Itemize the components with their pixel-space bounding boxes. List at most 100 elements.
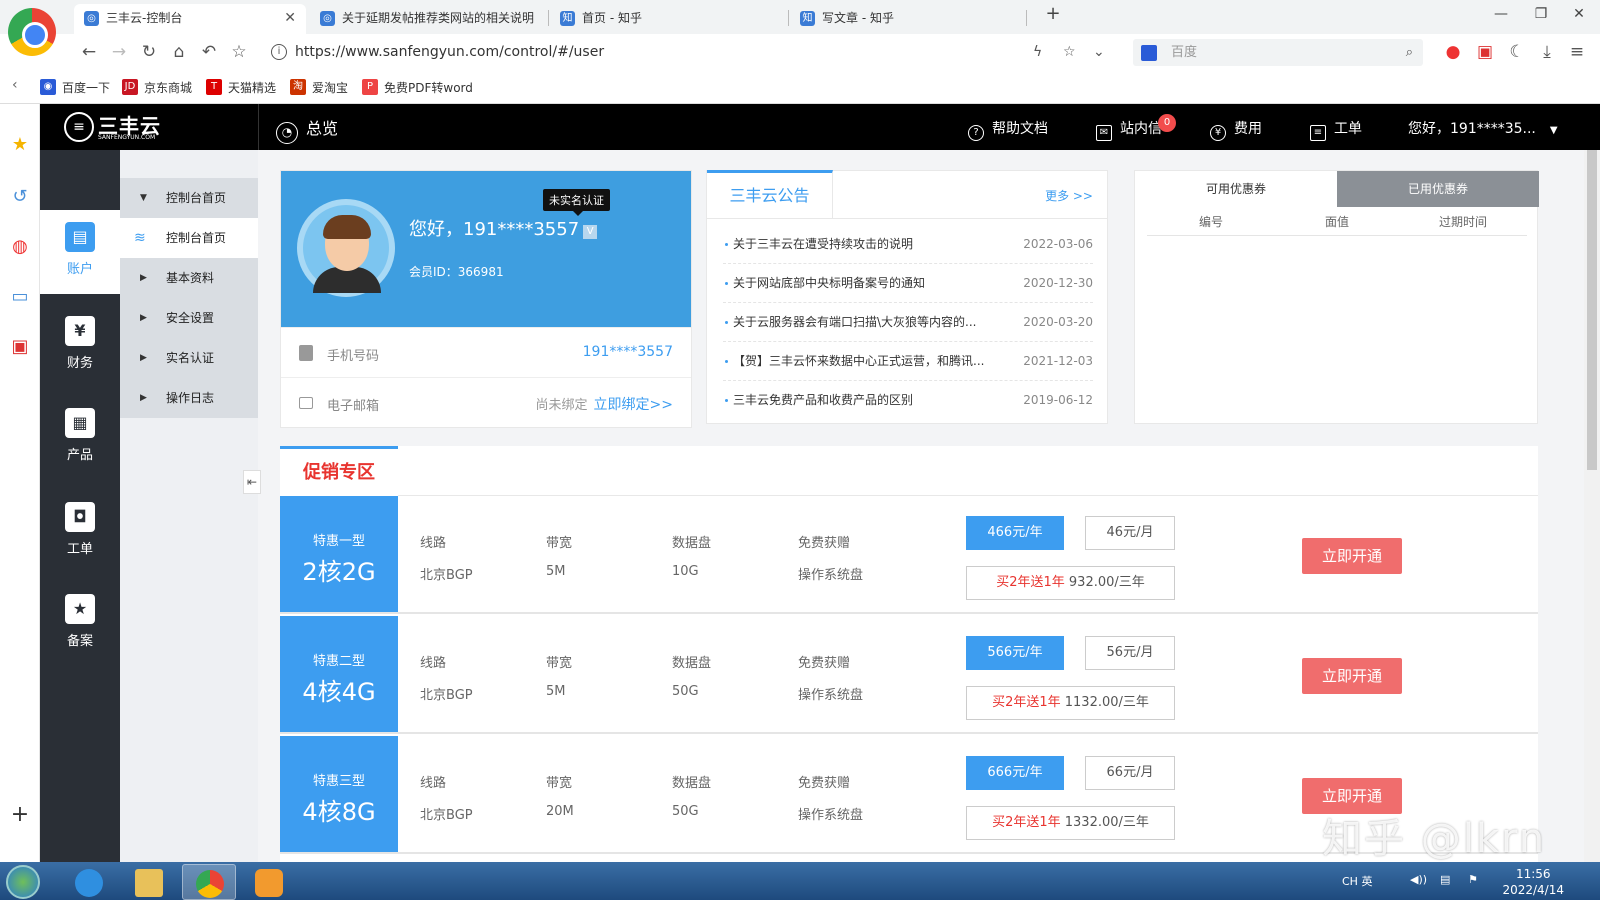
scrollbar[interactable] [1584,150,1600,862]
forward-icon[interactable]: → [108,42,130,62]
input-method-indicator[interactable]: CH 英 [1342,873,1372,889]
pdf-icon[interactable]: ▣ [1474,42,1496,62]
tab-notice[interactable]: ◎ 关于延期发帖推荐类网站的相关说明 [310,4,542,34]
price-three-year-button[interactable]: 买2年送1年 1132.00/三年 [966,686,1175,720]
price-three-year-button[interactable]: 买2年送1年 932.00/三年 [966,566,1175,600]
tab-zhihu-write[interactable]: 知 写文章 - 知乎 [790,4,1022,34]
submenu-item-security[interactable]: ▶ 安全设置 [120,298,258,338]
buy-now-button[interactable]: 立即开通 [1302,538,1402,574]
tab-sanfengyun[interactable]: ◎ 三丰云-控制台 ✕ [74,4,306,34]
bookmark-aitaobao[interactable]: 淘爱淘宝 [290,79,348,96]
favorite-star-icon[interactable]: ☆ [1063,39,1076,66]
bookmark-jd[interactable]: JD 京东商城 [122,79,192,96]
address-bar[interactable]: i https://www.sanfengyun.com/control/#/u… [263,39,1133,66]
history-icon[interactable]: ↺ [9,186,31,208]
price-year-button[interactable]: 666元/年 [966,756,1064,790]
notice-item[interactable]: 关于网站底部中央标明备案号的通知 2020-12-30 [723,264,1093,303]
billing-link[interactable]: ¥ 费用 [1210,118,1262,141]
tickets-link[interactable]: ≡ 工单 [1310,118,1362,141]
sidebar-item-product[interactable]: ▦ 产品 [40,396,120,480]
ie-icon [75,869,103,897]
submenu-item-profile[interactable]: ▶ 基本资料 [120,258,258,298]
coupon-card: 可用优惠券 已用优惠券 编号 面值 过期时间 [1134,170,1539,424]
network-icon[interactable]: ▤ [1440,873,1450,886]
sidebar-toggle-icon[interactable]: ‹ [12,77,18,93]
collapse-menu-icon[interactable]: ⇤ [243,470,261,494]
chevron-down-icon[interactable]: ⌄ [1093,39,1105,66]
favorites-star-icon[interactable]: ★ [9,134,31,156]
close-window-icon[interactable]: ✕ [1564,6,1594,22]
notice-more-link[interactable]: 更多 >> [1045,187,1093,204]
info-icon: i [271,44,287,60]
taskbar-chrome[interactable] [182,864,236,900]
phone-value[interactable]: 191****3557 [583,344,673,360]
home-icon[interactable]: ⌂ [168,42,190,62]
flag-icon[interactable]: ⚑ [1468,873,1478,886]
bookmark-tmall[interactable]: T 天猫精选 [206,79,276,96]
notice-item[interactable]: 关于三丰云在遭受持续攻击的说明 2022-03-06 [723,225,1093,264]
verified-v-icon[interactable]: V [583,225,598,239]
notice-item[interactable]: 关于云服务器会有端口扫描\大灰狼等内容的... 2020-03-20 [723,303,1093,342]
price-three-year-button[interactable]: 买2年送1年 1332.00/三年 [966,806,1175,840]
minimize-icon[interactable]: — [1486,6,1516,22]
tab-zhihu-home[interactable]: 知 首页 - 知乎 [550,4,782,34]
search-input[interactable]: 百度 ⌕ [1133,39,1423,66]
buy-now-button[interactable]: 立即开通 [1302,658,1402,694]
notice-item[interactable]: 【贺】三丰云怀来数据中心正式运营，和腾讯... 2021-12-03 [723,342,1093,381]
notice-item[interactable]: 三丰云免费产品和收费产品的区别 2019-06-12 [723,381,1093,420]
promo-title[interactable]: 促销专区 [280,446,398,496]
new-tab-icon[interactable]: + [1038,3,1068,24]
sidebar-item-record[interactable]: ★ 备案 [40,582,120,666]
avatar[interactable] [297,199,395,297]
bind-email-link[interactable]: 立即绑定>> [594,397,673,413]
lightning-icon[interactable]: ϟ [1033,39,1042,66]
sidebar-item-finance[interactable]: ¥ 财务 [40,304,120,388]
bookmark-pdf[interactable]: P 免费PDF转word [362,79,473,96]
pdf-icon[interactable]: ▣ [9,336,31,358]
taskbar-explorer[interactable] [122,864,176,900]
chrome-icon [196,870,224,898]
start-button[interactable] [6,865,40,899]
undo-icon[interactable]: ↶ [198,42,220,62]
weibo-icon[interactable]: ◍ [9,236,31,258]
submenu-item-verification[interactable]: ▶ 实名认证 [120,338,258,378]
tab-available-coupons[interactable]: 可用优惠券 [1135,171,1337,207]
submenu-item-logs[interactable]: ▶ 操作日志 [120,378,258,418]
sidebar-item-ticket[interactable]: ◘ 工单 [40,490,120,574]
bookmark-star-icon[interactable]: ☆ [228,42,250,62]
submenu-header[interactable]: ▼ 控制台首页 [120,178,258,218]
taskbar-ie[interactable] [62,864,116,900]
card-icon[interactable]: ▭ [9,286,31,308]
taskbar-app[interactable] [242,864,296,900]
add-icon[interactable]: + [9,804,31,826]
search-icon[interactable]: ⌕ [1406,39,1413,66]
overview-link[interactable]: ◔ 总览 [276,115,338,144]
price-year-button[interactable]: 566元/年 [966,636,1064,670]
bookmark-baidu[interactable]: ◉ 百度一下 [40,79,110,96]
download-icon[interactable]: ⤓ [1536,42,1558,62]
scrollbar-thumb[interactable] [1587,150,1597,470]
tmall-icon: T [206,79,222,95]
sidebar-item-account[interactable]: ▤ 账户 [40,210,120,294]
maximize-icon[interactable]: ❐ [1526,6,1556,22]
price-year-button[interactable]: 466元/年 [966,516,1064,550]
reload-icon[interactable]: ↻ [138,42,160,62]
user-menu[interactable]: 您好，191****35... ▼ [1408,118,1558,138]
volume-icon[interactable]: ◀)) [1410,873,1427,886]
messages-link[interactable]: ✉ 站内信 0 [1096,114,1176,141]
price-month-button[interactable]: 66元/月 [1085,756,1175,790]
clock[interactable]: 11:56 2022/4/14 [1502,866,1564,898]
night-mode-icon[interactable]: ☾ [1506,42,1528,62]
close-tab-icon[interactable]: ✕ [284,4,296,32]
notice-title[interactable]: 三丰云公告 [707,170,833,218]
bookmarks-bar: ‹ ◉ 百度一下 JD 京东商城 T 天猫精选 淘爱淘宝 P 免费PDF转word [0,70,1600,104]
weibo-share-icon[interactable]: ● [1442,42,1464,62]
help-docs-link[interactable]: ? 帮助文档 [968,118,1048,141]
phone-icon [299,345,313,361]
price-month-button[interactable]: 56元/月 [1085,636,1175,670]
back-icon[interactable]: ← [78,42,100,62]
submenu-item-dashboard[interactable]: ≋ 控制台首页 [120,218,258,258]
menu-icon[interactable]: ≡ [1566,42,1588,62]
price-month-button[interactable]: 46元/月 [1085,516,1175,550]
tab-used-coupons[interactable]: 已用优惠券 [1337,171,1539,207]
